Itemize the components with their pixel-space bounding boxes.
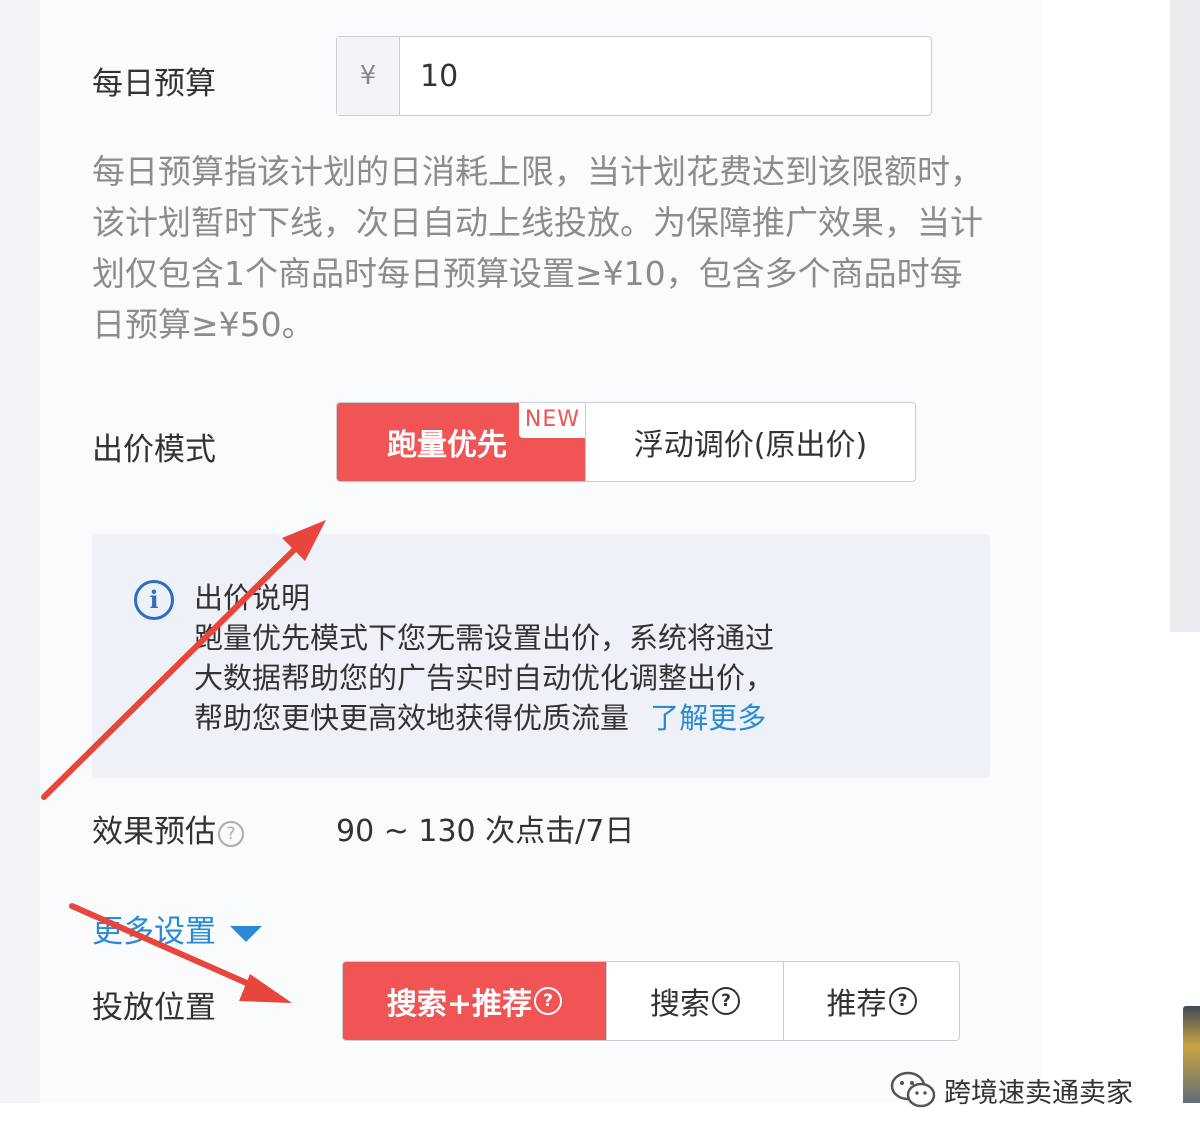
bid-info-text: 出价说明 跑量优先模式下您无需设置出价，系统将通过 大数据帮助您的广告实时自动优… <box>194 578 774 738</box>
currency-prefix: ¥ <box>337 37 400 115</box>
bid-info-line: 大数据帮助您的广告实时自动优化调整出价， <box>194 661 775 695</box>
estimate-label-row: 效果预估? <box>92 806 244 851</box>
question-icon[interactable]: ? <box>888 987 917 1015</box>
bid-info-title: 出价说明 <box>194 581 311 615</box>
bid-info-line: 帮助您更快更高效地获得优质流量 <box>194 701 630 735</box>
bid-mode-label: 出价模式 <box>92 432 216 468</box>
placement-recommend-label: 推荐 <box>826 987 887 1022</box>
estimate-label: 效果预估 <box>92 814 216 850</box>
more-settings-label: 更多设置 <box>92 914 216 950</box>
more-settings-toggle[interactable]: 更多设置 <box>92 906 262 951</box>
bid-mode-toggle: 跑量优先 NEW 浮动调价(原出价) <box>336 402 916 482</box>
bid-mode-floating-label: 浮动调价(原出价) <box>633 428 868 463</box>
placement-toggle: 搜索+推荐? 搜索? 推荐? <box>342 961 960 1041</box>
placement-search-recommend-label: 搜索+推荐 <box>386 987 533 1022</box>
budget-label: 每日预算 <box>92 66 216 102</box>
caret-down-icon <box>230 925 262 942</box>
watermark: 跨境速卖通卖家 <box>890 1070 1133 1110</box>
placement-label: 投放位置 <box>92 990 216 1026</box>
budget-description: 每日预算指该计划的日消耗上限，当计划花费达到该限额时，该计划暂时下线，次日自动上… <box>92 152 983 344</box>
placement-search-button[interactable]: 搜索? <box>606 962 783 1040</box>
scrollbar[interactable] <box>1170 0 1200 632</box>
placement-search-recommend-button[interactable]: 搜索+推荐? <box>343 962 606 1040</box>
budget-input[interactable] <box>400 37 931 115</box>
budget-input-group: ¥ <box>336 36 932 116</box>
placement-recommend-button[interactable]: 推荐? <box>783 962 959 1040</box>
bid-info-line-with-link: 帮助您更快更高效地获得优质流量 了解更多 <box>194 698 774 738</box>
estimate-value: 90 ~ 130 次点击/7日 <box>336 814 635 849</box>
bid-info-line: 跑量优先模式下您无需设置出价，系统将通过 <box>194 621 775 655</box>
learn-more-link[interactable]: 了解更多 <box>650 701 766 735</box>
wechat-icon <box>890 1071 936 1108</box>
new-badge: NEW <box>518 403 585 438</box>
bid-mode-volume-first-button[interactable]: 跑量优先 NEW <box>337 403 585 481</box>
side-widget-edge <box>1183 1006 1200 1106</box>
question-icon[interactable]: ? <box>218 820 244 847</box>
info-icon: i <box>134 580 174 620</box>
bid-info-box: i 出价说明 跑量优先模式下您无需设置出价，系统将通过 大数据帮助您的广告实时自… <box>92 534 990 778</box>
watermark-text: 跨境速卖通卖家 <box>944 1077 1133 1109</box>
question-icon[interactable]: ? <box>534 987 563 1015</box>
placement-search-label: 搜索 <box>650 987 710 1022</box>
bid-mode-volume-first-label: 跑量优先 <box>387 428 507 463</box>
bid-mode-floating-button[interactable]: 浮动调价(原出价) <box>585 403 915 481</box>
question-icon[interactable]: ? <box>712 987 740 1015</box>
